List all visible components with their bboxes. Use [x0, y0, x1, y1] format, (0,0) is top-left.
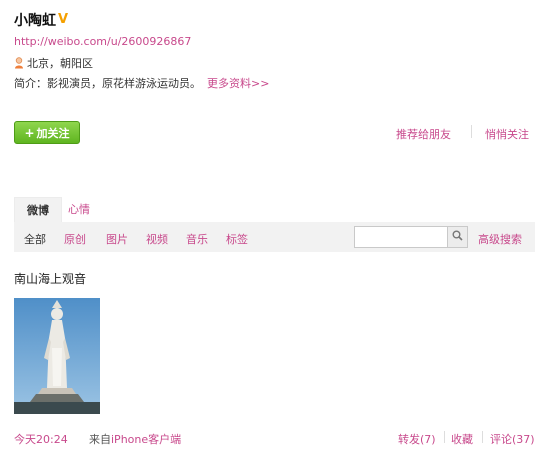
filter-original[interactable]: 原创	[64, 231, 86, 247]
filter-music[interactable]: 音乐	[186, 231, 208, 247]
filter-pictures[interactable]: 图片	[106, 231, 128, 247]
repost-link[interactable]: 转发(7)	[398, 431, 436, 447]
verified-badge-icon: V	[58, 12, 69, 27]
profile-name: 小陶虹 V	[14, 10, 68, 30]
post-text: 南山海上观音	[14, 272, 87, 286]
filter-tags[interactable]: 标签	[226, 231, 248, 247]
follow-button-label: 加关注	[36, 126, 70, 140]
post-source-link[interactable]: iPhone客户端	[111, 433, 181, 446]
filter-all[interactable]: 全部	[24, 231, 46, 247]
post-source: 来自iPhone客户端	[89, 431, 181, 447]
profile-url-link[interactable]: http://weibo.com/u/2600926867	[14, 35, 191, 48]
person-location-icon	[14, 57, 24, 69]
recommend-to-friend-link[interactable]: 推荐给朋友	[396, 126, 451, 142]
post-source-prefix: 来自	[89, 433, 111, 446]
favorite-link[interactable]: 收藏	[451, 431, 473, 447]
tab-mood[interactable]: 心情	[68, 201, 90, 217]
profile-name-text: 小陶虹	[14, 13, 56, 29]
divider	[482, 431, 483, 443]
search-icon	[452, 230, 463, 244]
plus-icon: +	[24, 125, 35, 140]
quiet-follow-link[interactable]: 悄悄关注	[485, 126, 529, 142]
search-input[interactable]	[354, 226, 448, 248]
post-time-link[interactable]: 今天20:24	[14, 431, 68, 447]
post-image[interactable]	[14, 298, 100, 414]
divider	[444, 431, 445, 443]
filter-bar: 全部 原创 图片 视频 音乐 标签 高级搜索	[14, 222, 535, 252]
more-info-link[interactable]: 更多资料>>	[207, 77, 269, 90]
location-text: 北京，朝阳区	[27, 57, 93, 70]
filter-video[interactable]: 视频	[146, 231, 168, 247]
search-button[interactable]	[448, 226, 468, 248]
follow-button[interactable]: + 加关注	[14, 121, 80, 144]
tab-weibo[interactable]: 微博	[14, 197, 62, 222]
profile-bio: 简介：影视演员，原花样游泳运动员。 更多资料>>	[14, 75, 269, 91]
bio-text: 简介：影视演员，原花样游泳运动员。	[14, 77, 201, 90]
location: 北京，朝阳区	[14, 55, 93, 71]
divider	[471, 125, 472, 138]
advanced-search-link[interactable]: 高级搜索	[478, 231, 522, 247]
comment-link[interactable]: 评论(37)	[490, 431, 535, 447]
